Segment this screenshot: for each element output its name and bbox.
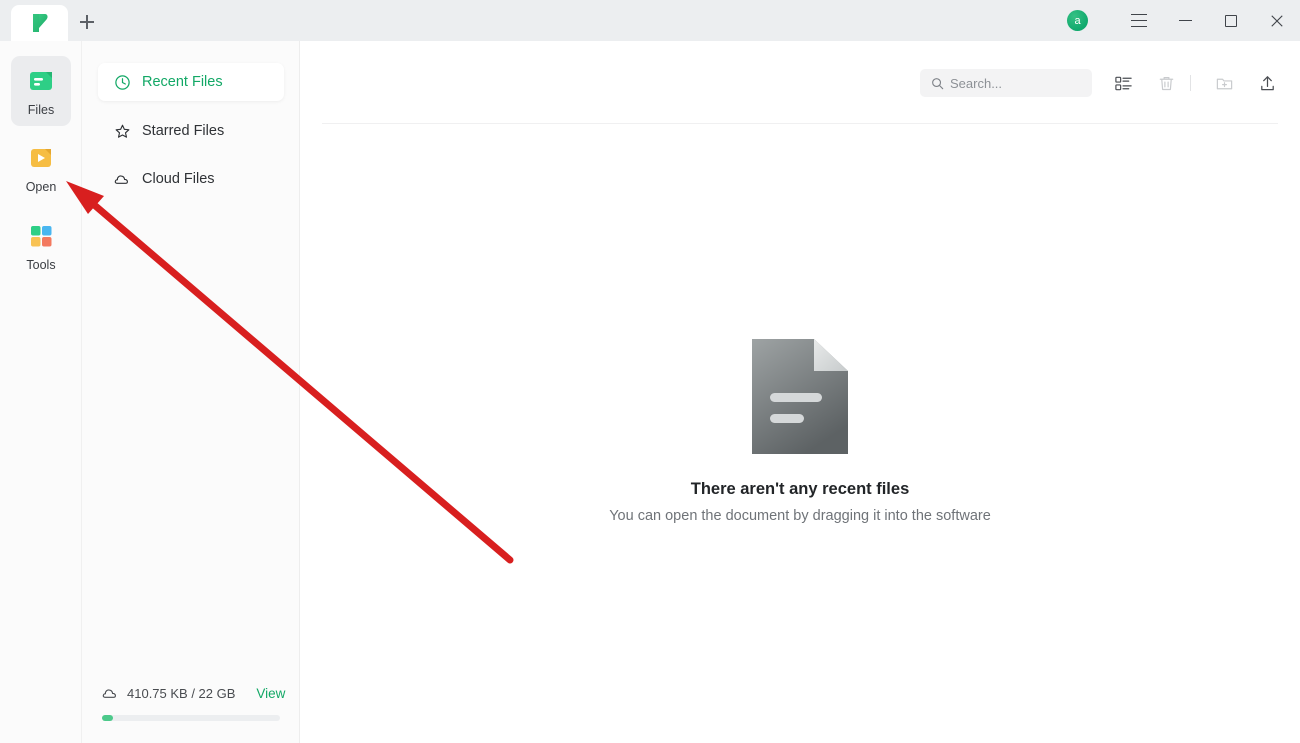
open-folder-icon [26, 143, 56, 173]
storage-usage-text: 410.75 KB / 22 GB [127, 686, 236, 701]
nav-item-recent-files[interactable]: Recent Files [98, 63, 284, 101]
sidebar-item-open[interactable]: Open [11, 133, 71, 203]
search-icon [931, 77, 944, 90]
new-folder-button[interactable] [1209, 69, 1239, 97]
nav-item-label: Cloud Files [142, 171, 215, 187]
left-rail: Files Open Tools [0, 41, 82, 743]
list-view-button[interactable] [1108, 69, 1138, 97]
maximize-icon[interactable] [1208, 0, 1254, 41]
nav-panel: Recent Files Starred Files Cloud Files 4… [82, 41, 300, 743]
sidebar-item-files[interactable]: Files [11, 56, 71, 126]
cloud-icon [102, 685, 119, 702]
document-placeholder-icon [752, 339, 848, 454]
files-icon [26, 66, 56, 96]
app-window: a Files Open Tools Recent Files Starred … [0, 0, 1300, 743]
sidebar-item-label: Files [27, 102, 55, 117]
main-content: Search... There aren't any recent files … [300, 41, 1300, 743]
minimize-icon[interactable] [1162, 0, 1208, 41]
sidebar-item-tools[interactable]: Tools [11, 211, 71, 281]
app-tab[interactable] [11, 5, 68, 41]
cloud-icon [114, 171, 131, 188]
storage-progress-bar [102, 715, 280, 721]
toolbar-separator [322, 123, 1278, 124]
app-logo-icon [28, 11, 52, 35]
window-controls: a [1067, 0, 1300, 41]
clock-icon [114, 74, 131, 91]
storage-progress-fill [102, 715, 113, 721]
nav-item-starred-files[interactable]: Starred Files [98, 112, 284, 150]
sidebar-item-label: Open [25, 179, 57, 194]
delete-button[interactable] [1151, 69, 1181, 97]
storage-indicator: 410.75 KB / 22 GB View [82, 685, 300, 743]
storage-view-link[interactable]: View [256, 686, 285, 701]
tools-grid-icon [26, 221, 56, 251]
search-placeholder: Search... [950, 75, 1003, 91]
new-folder-icon [1216, 78, 1232, 89]
sidebar-item-label: Tools [26, 257, 56, 272]
empty-state: There aren't any recent files You can op… [300, 339, 1300, 524]
close-icon[interactable] [1254, 0, 1300, 41]
avatar[interactable]: a [1067, 10, 1088, 31]
new-tab-button[interactable] [72, 8, 102, 36]
toolbar-divider [1190, 75, 1191, 91]
nav-item-label: Recent Files [142, 74, 223, 90]
search-input[interactable]: Search... [920, 69, 1092, 97]
empty-state-subtitle: You can open the document by dragging it… [609, 508, 991, 524]
toolbar: Search... [300, 41, 1300, 124]
upload-button[interactable] [1252, 69, 1282, 97]
star-icon [114, 123, 131, 140]
list-view-icon [1114, 76, 1132, 90]
upload-icon [1260, 75, 1274, 90]
empty-state-title: There aren't any recent files [690, 480, 910, 498]
nav-item-label: Starred Files [142, 123, 225, 139]
nav-item-cloud-files[interactable]: Cloud Files [98, 160, 284, 198]
hamburger-menu-icon[interactable] [1116, 0, 1162, 41]
trash-icon [1159, 76, 1173, 90]
title-bar: a [0, 0, 1300, 41]
